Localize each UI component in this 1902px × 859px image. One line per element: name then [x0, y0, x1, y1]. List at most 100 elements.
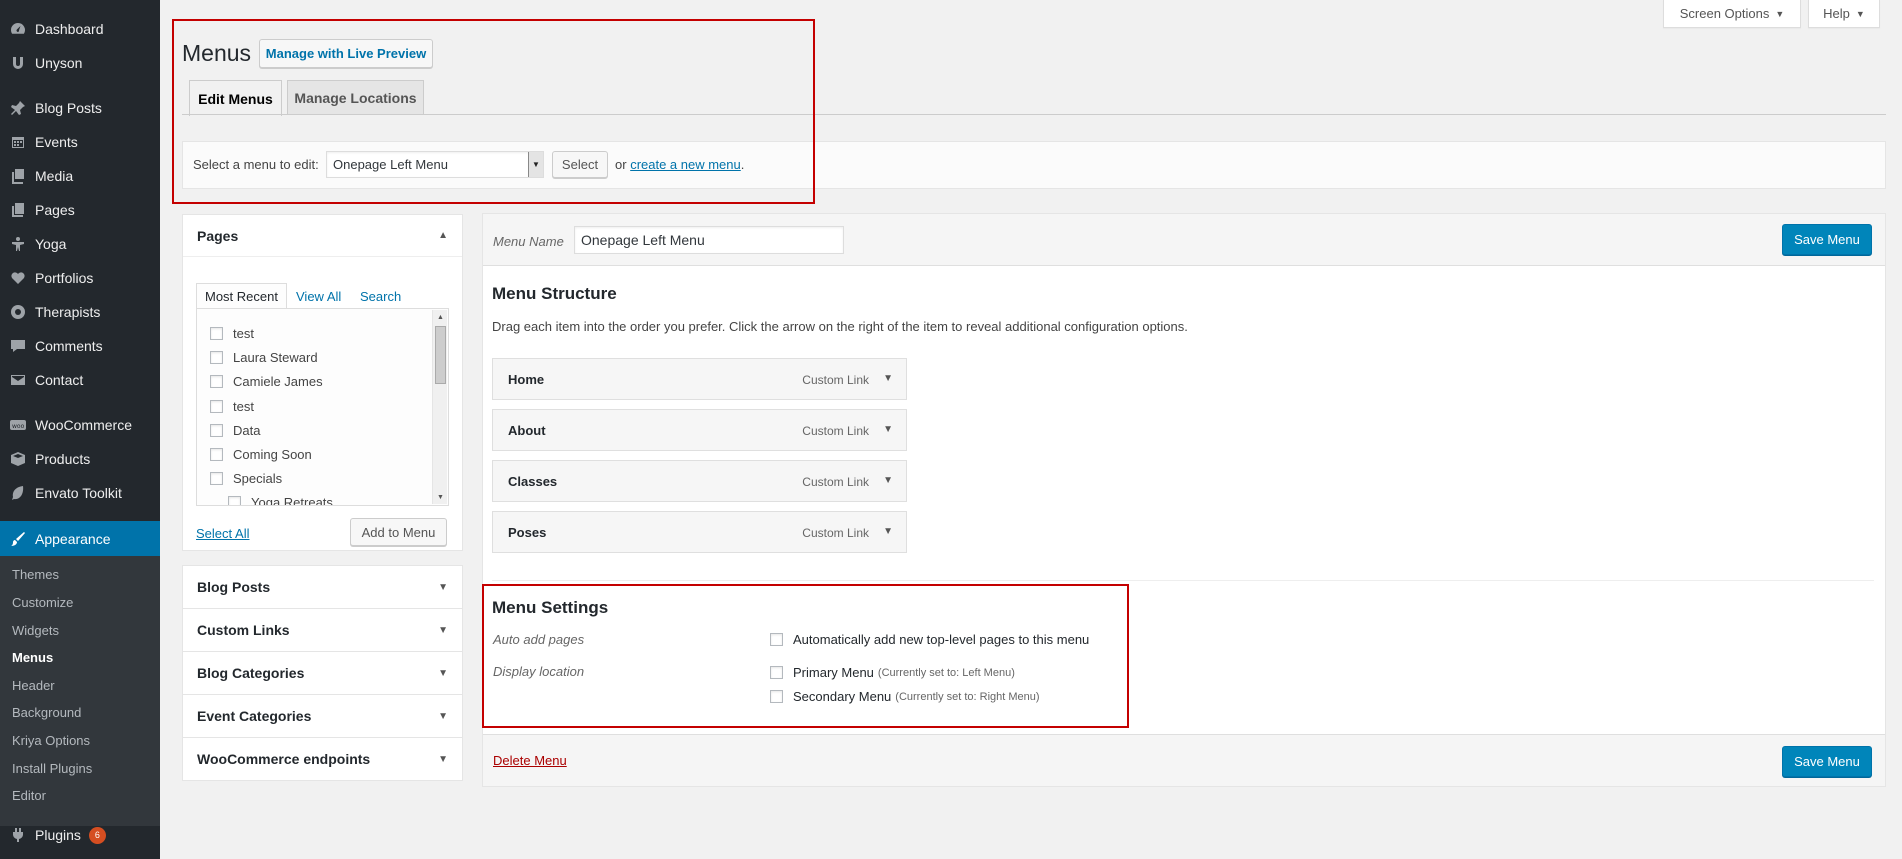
postbox-header[interactable]: Blog Posts ▼	[183, 566, 462, 608]
list-item[interactable]: Laura Steward	[210, 350, 318, 365]
checkbox[interactable]	[210, 351, 223, 364]
expand-arrow-icon[interactable]: ▼	[883, 526, 893, 537]
add-to-menu-button[interactable]: Add to Menu	[350, 518, 447, 546]
tab-view-all[interactable]: View All	[288, 283, 349, 309]
postbox-header[interactable]: Custom Links ▼	[183, 609, 462, 651]
location-secondary-menu[interactable]: Secondary Menu (Currently set to: Right …	[770, 689, 1040, 704]
sidebar-item-yoga[interactable]: Yoga	[0, 227, 160, 261]
blog-posts-postbox[interactable]: Blog Posts ▼	[182, 565, 463, 609]
select-menu-label: Select a menu to edit:	[193, 157, 319, 172]
manage-live-preview-button[interactable]: Manage with Live Preview	[259, 39, 433, 68]
woocommerce-endpoints-postbox[interactable]: WooCommerce endpoints ▼	[182, 737, 463, 781]
list-item[interactable]: Coming Soon	[210, 447, 312, 462]
list-item[interactable]: Camiele James	[210, 374, 323, 389]
pages-postbox-header[interactable]: Pages ▲	[183, 215, 462, 257]
sidebar-item-envato-toolkit[interactable]: Envato Toolkit	[0, 476, 160, 510]
create-new-menu-link[interactable]: create a new menu	[630, 157, 741, 172]
sidebar-item-media[interactable]: Media	[0, 159, 160, 193]
menu-select-dropdown[interactable]: Onepage Left Menu ▼	[326, 151, 544, 178]
checkbox[interactable]	[210, 448, 223, 461]
list-item[interactable]: test	[210, 399, 254, 414]
submenu-item-background[interactable]: Background	[12, 705, 81, 720]
event-categories-postbox[interactable]: Event Categories ▼	[182, 694, 463, 738]
tab-edit-menus[interactable]: Edit Menus	[189, 80, 282, 116]
list-item[interactable]: test	[210, 326, 254, 341]
menu-item-type: Custom Link	[802, 526, 869, 540]
auto-add-option[interactable]: Automatically add new top-level pages to…	[770, 632, 1089, 647]
select-all-link[interactable]: Select All	[196, 526, 249, 541]
custom-links-postbox[interactable]: Custom Links ▼	[182, 608, 463, 652]
help-button[interactable]: Help ▼	[1808, 0, 1880, 28]
location-hint: (Currently set to: Left Menu)	[877, 666, 1015, 679]
menu-item-home[interactable]: Home Custom Link ▼	[492, 358, 907, 400]
list-item[interactable]: Specials	[210, 471, 282, 486]
submenu-item-themes[interactable]: Themes	[12, 567, 59, 582]
sidebar-item-dashboard[interactable]: Dashboard	[0, 12, 160, 46]
pages-postbox-title: Pages	[197, 227, 239, 244]
menu-structure-title: Menu Structure	[492, 284, 617, 303]
postbox-header[interactable]: WooCommerce endpoints ▼	[183, 738, 462, 780]
sidebar-item-therapists[interactable]: Therapists	[0, 295, 160, 329]
tab-search[interactable]: Search	[352, 283, 409, 309]
update-count-badge: 6	[88, 826, 106, 844]
checkbox[interactable]	[770, 666, 783, 679]
sidebar-item-contact[interactable]: Contact	[0, 363, 160, 397]
checkbox[interactable]	[228, 496, 241, 505]
expand-arrow-icon[interactable]: ▼	[883, 475, 893, 486]
expand-arrow-icon[interactable]: ▼	[883, 424, 893, 435]
sidebar-item-unyson[interactable]: Unyson	[0, 46, 160, 80]
submenu-item-editor[interactable]: Editor	[12, 788, 46, 803]
scroll-down-icon[interactable]: ▼	[433, 490, 448, 504]
calendar-icon	[10, 134, 26, 150]
heart-icon	[10, 270, 26, 286]
sidebar-item-events[interactable]: Events	[0, 125, 160, 159]
expand-down-icon: ▼	[438, 753, 448, 765]
sidebar-item-comments[interactable]: Comments	[0, 329, 160, 363]
menu-name-input[interactable]: Onepage Left Menu	[574, 226, 844, 254]
scroll-up-icon[interactable]: ▲	[433, 310, 448, 324]
submenu-item-kriya-options[interactable]: Kriya Options	[12, 733, 90, 748]
sidebar-item-appearance[interactable]: Appearance	[0, 521, 160, 556]
checkbox[interactable]	[210, 375, 223, 388]
select-button[interactable]: Select	[552, 151, 608, 178]
delete-menu-link[interactable]: Delete Menu	[493, 753, 567, 768]
checkbox[interactable]	[210, 327, 223, 340]
checkbox[interactable]	[210, 400, 223, 413]
submenu-item-install-plugins[interactable]: Install Plugins	[12, 761, 92, 776]
save-menu-button-top[interactable]: Save Menu	[1782, 224, 1872, 255]
menu-item-classes[interactable]: Classes Custom Link ▼	[492, 460, 907, 502]
sidebar-item-pages[interactable]: Pages	[0, 193, 160, 227]
checkbox[interactable]	[770, 690, 783, 703]
tab-most-recent[interactable]: Most Recent	[196, 283, 287, 309]
tab-manage-locations[interactable]: Manage Locations	[287, 80, 424, 115]
sidebar-item-woocommerce[interactable]: woo WooCommerce	[0, 408, 160, 442]
submenu-item-header[interactable]: Header	[12, 678, 55, 693]
menu-item-poses[interactable]: Poses Custom Link ▼	[492, 511, 907, 553]
expand-arrow-icon[interactable]: ▼	[883, 373, 893, 384]
checkbox[interactable]	[210, 424, 223, 437]
save-menu-button-bottom[interactable]: Save Menu	[1782, 746, 1872, 777]
checklist-scrollbar[interactable]: ▲ ▼	[432, 310, 447, 504]
sidebar-item-portfolios[interactable]: Portfolios	[0, 261, 160, 295]
screen-options-button[interactable]: Screen Options ▼	[1663, 0, 1801, 28]
tabs-divider	[182, 114, 1886, 115]
list-item[interactable]: Yoga Retreats	[228, 495, 333, 505]
submenu-item-customize[interactable]: Customize	[12, 595, 73, 610]
blog-categories-postbox[interactable]: Blog Categories ▼	[182, 651, 463, 695]
postbox-title: Event Categories	[197, 708, 312, 724]
submenu-item-menus[interactable]: Menus	[12, 650, 53, 665]
menu-item-about[interactable]: About Custom Link ▼	[492, 409, 907, 451]
sidebar-item-plugins[interactable]: Plugins 6	[0, 818, 160, 852]
screen-options-label: Screen Options	[1679, 6, 1770, 21]
sidebar-item-products[interactable]: Products	[0, 442, 160, 476]
list-item[interactable]: Data	[210, 423, 260, 438]
pages-checklist[interactable]: test Laura Steward Camiele James test Da…	[196, 308, 449, 506]
submenu-item-widgets[interactable]: Widgets	[12, 623, 59, 638]
location-primary-menu[interactable]: Primary Menu (Currently set to: Left Men…	[770, 665, 1015, 680]
checkbox[interactable]	[770, 633, 783, 646]
checkbox[interactable]	[210, 472, 223, 485]
postbox-header[interactable]: Event Categories ▼	[183, 695, 462, 737]
scroll-thumb[interactable]	[435, 326, 446, 384]
postbox-header[interactable]: Blog Categories ▼	[183, 652, 462, 694]
sidebar-item-blog-posts[interactable]: Blog Posts	[0, 91, 160, 125]
